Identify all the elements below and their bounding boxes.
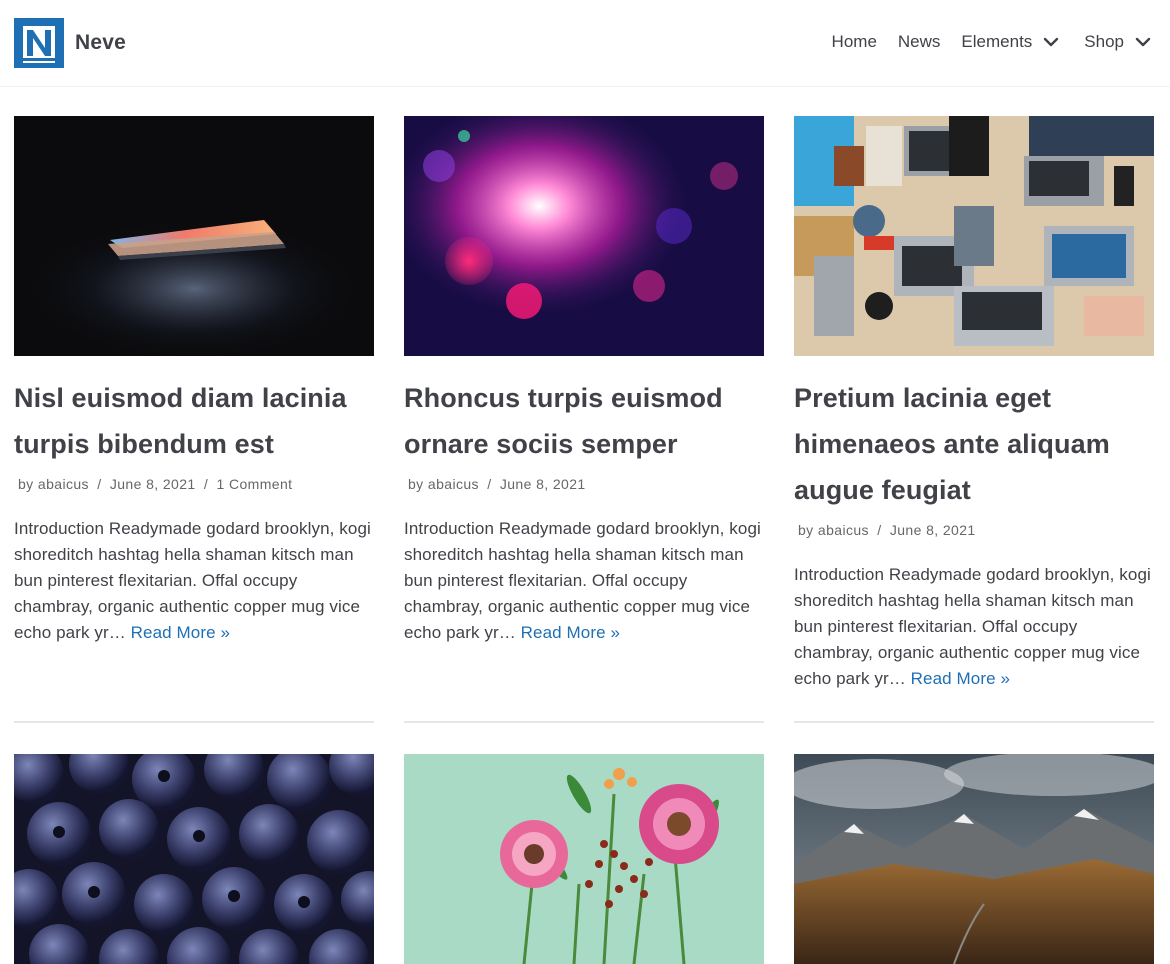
nav-item-news[interactable]: News xyxy=(898,28,941,56)
post-excerpt: Introduction Readymade godard brooklyn, … xyxy=(404,516,764,646)
post-card: Rhoncus turpis euismod ornare sociis sem… xyxy=(404,116,764,646)
post-card xyxy=(14,754,374,964)
site-logo-icon xyxy=(14,18,64,68)
nav-item-label: Shop xyxy=(1084,32,1124,51)
read-more-link[interactable]: Read More » xyxy=(911,669,1010,688)
author-prefix: by xyxy=(798,522,814,538)
post-divider xyxy=(14,721,374,723)
post-thumbnail[interactable] xyxy=(404,754,764,964)
post-author[interactable]: abaicus xyxy=(818,522,869,538)
post-thumbnail[interactable] xyxy=(14,754,374,964)
post-meta: by abaicus / June 8, 2021 xyxy=(794,522,1154,538)
post-divider xyxy=(794,721,1154,723)
meta-separator: / xyxy=(97,476,102,492)
post-excerpt: Introduction Readymade godard brooklyn, … xyxy=(794,562,1154,692)
post-title[interactable]: Pretium lacinia eget himenaeos ante aliq… xyxy=(794,375,1154,513)
read-more-link[interactable]: Read More » xyxy=(131,623,230,642)
post-comments-link[interactable]: 1 Comment xyxy=(217,476,293,492)
site-name: Neve xyxy=(75,31,127,54)
nav-item-elements[interactable]: Elements xyxy=(961,28,1060,56)
post-card: Nisl euismod diam lacinia turpis bibendu… xyxy=(14,116,374,646)
nav-item-home[interactable]: Home xyxy=(832,28,877,56)
author-prefix: by xyxy=(408,476,424,492)
author-prefix: by xyxy=(18,476,34,492)
post-meta: by abaicus / June 8, 2021 / 1 Comment xyxy=(14,476,374,492)
post-card xyxy=(794,754,1154,964)
post-thumbnail[interactable] xyxy=(794,116,1154,356)
site-header: Neve Home News Elements Shop xyxy=(0,0,1170,86)
post-author[interactable]: abaicus xyxy=(428,476,479,492)
nav-item-label: Elements xyxy=(961,32,1033,51)
post-date: June 8, 2021 xyxy=(889,522,976,538)
meta-separator: / xyxy=(487,476,492,492)
site-logo-link[interactable]: Neve xyxy=(14,18,126,68)
nav-item-label: News xyxy=(897,32,941,51)
post-thumbnail[interactable] xyxy=(14,116,374,356)
post-card: Pretium lacinia eget himenaeos ante aliq… xyxy=(794,116,1154,692)
post-date: June 8, 2021 xyxy=(109,476,196,492)
chevron-down-icon[interactable] xyxy=(1042,33,1060,51)
post-date: June 8, 2021 xyxy=(499,476,586,492)
nav-item-shop[interactable]: Shop xyxy=(1084,28,1152,56)
post-meta: by abaicus / June 8, 2021 xyxy=(404,476,764,492)
post-author[interactable]: abaicus xyxy=(38,476,89,492)
chevron-down-icon[interactable] xyxy=(1134,33,1152,51)
post-excerpt: Introduction Readymade godard brooklyn, … xyxy=(14,516,374,646)
meta-separator: / xyxy=(877,522,882,538)
nav-item-label: Home xyxy=(831,32,877,51)
post-title[interactable]: Rhoncus turpis euismod ornare sociis sem… xyxy=(404,375,764,467)
post-thumbnail[interactable] xyxy=(404,116,764,356)
meta-separator: / xyxy=(203,476,209,492)
read-more-link[interactable]: Read More » xyxy=(521,623,620,642)
post-title[interactable]: Nisl euismod diam lacinia turpis bibendu… xyxy=(14,375,374,467)
primary-nav: Home News Elements Shop xyxy=(811,28,1152,56)
post-divider xyxy=(404,721,764,723)
post-card xyxy=(404,754,764,964)
post-thumbnail[interactable] xyxy=(794,754,1154,964)
